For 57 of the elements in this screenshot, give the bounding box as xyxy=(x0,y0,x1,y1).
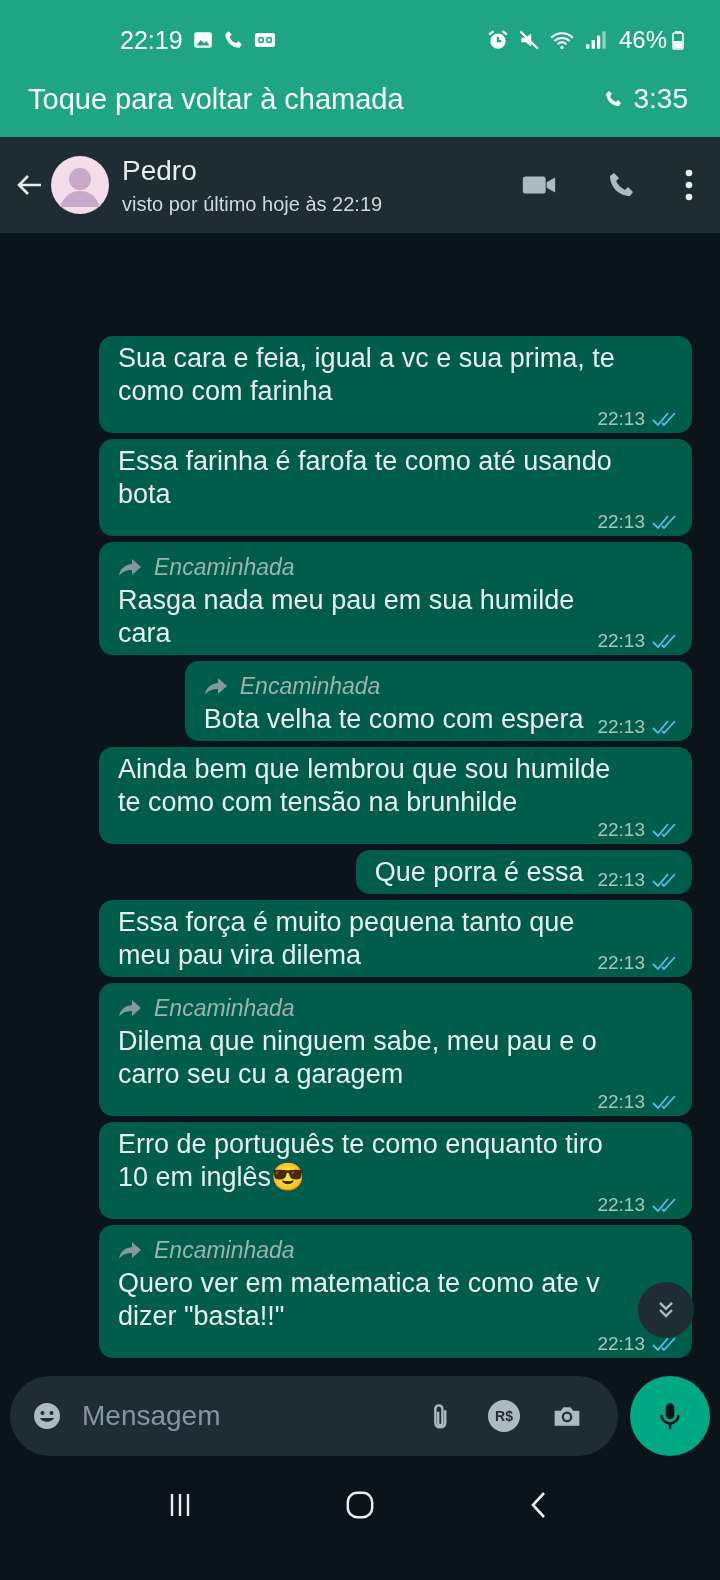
forwarded-label: Encaminhada xyxy=(154,994,295,1022)
message-input[interactable]: Mensagem R$ xyxy=(10,1376,618,1456)
forward-arrow-icon xyxy=(118,998,142,1018)
alarm-icon xyxy=(486,29,509,51)
message-time: 22:13 xyxy=(597,630,645,652)
contact-name[interactable]: Pedro xyxy=(122,154,520,187)
message-time: 22:13 xyxy=(597,716,645,738)
phone-icon xyxy=(222,29,245,51)
message-text: Ainda bem que lembrou que sou humilde te como com tensão na brunhilde xyxy=(118,753,611,819)
message-time: 22:13 xyxy=(597,1194,645,1216)
message-time: 22:13 xyxy=(597,1091,645,1113)
message-text: Essa força é muito pequena tanto que meu pau vira dilema xyxy=(118,906,575,972)
gallery-icon xyxy=(191,29,214,51)
avatar[interactable] xyxy=(50,155,110,215)
message-time: 22:13 xyxy=(597,1333,645,1355)
forwarded-label: Encaminhada xyxy=(154,553,295,581)
message-time: 22:13 xyxy=(597,511,645,533)
emoji-icon[interactable] xyxy=(32,1401,62,1431)
payment-button[interactable]: R$ xyxy=(488,1400,520,1432)
message-bubble[interactable]: Que porra é essa 22:13 xyxy=(355,850,692,894)
forwarded-label: Encaminhada xyxy=(239,672,381,700)
forwarded-label: Encaminhada xyxy=(154,1236,295,1264)
message-bubble[interactable]: Sua cara e feia, igual a vc e sua prima, te como com farinha 22:13 xyxy=(99,336,692,433)
message-text: Bota velha te como com espera xyxy=(203,703,584,736)
message-text: Essa farinha é farofa te como até usando bota xyxy=(118,445,612,511)
message-text: Que porra é essa xyxy=(374,856,584,889)
message-time: 22:13 xyxy=(597,869,645,891)
message-bubble[interactable]: Encaminhada Quero ver em matematica te como ate v dizer "basta!!" 22:13 xyxy=(99,1225,692,1358)
message-bubble[interactable]: Essa farinha é farofa te como até usando bota 22:13 xyxy=(99,439,692,536)
call-banner-label: Toque para voltar à chamada xyxy=(28,83,404,116)
message-bubble[interactable]: Essa força é muito pequena tanto que meu pau vira dilema 22:13 xyxy=(99,900,692,977)
mute-icon xyxy=(517,29,540,51)
message-text: Rasga nada meu pau em sua humilde cara xyxy=(118,584,575,650)
forward-arrow-icon xyxy=(118,557,142,577)
forward-arrow-icon xyxy=(203,676,228,696)
status-time: 22:19 xyxy=(120,25,183,55)
message-time: 22:13 xyxy=(597,408,645,430)
battery-icon xyxy=(672,29,684,51)
message-text: Erro de português te como enquanto tiro 10 em inglês😎 xyxy=(118,1128,603,1194)
message-bubble[interactable]: Encaminhada Dilema que ninguem sabe, meu pau e o carro seu cu a garagem 22:13 xyxy=(99,983,692,1116)
last-seen: visto por último hoje às 22:19 xyxy=(122,192,384,216)
forward-arrow-icon xyxy=(118,1240,142,1260)
message-bubble[interactable]: Encaminhada Rasga nada meu pau em sua humilde cara 22:13 xyxy=(99,542,692,655)
call-duration: 3:35 xyxy=(633,83,688,115)
message-bubble[interactable]: Erro de português te como enquanto tiro 10 em inglês😎 22:13 xyxy=(99,1122,692,1219)
message-text: Dilema que ninguem sabe, meu pau e o carro seu cu a garagem xyxy=(118,1025,597,1091)
more-options-icon[interactable] xyxy=(684,168,694,202)
message-text: Quero ver em matematica te como ate v dizer "basta!!" xyxy=(118,1267,600,1333)
home-icon[interactable] xyxy=(345,1490,375,1520)
message-bubble[interactable]: Ainda bem que lembrou que sou humilde te como com tensão na brunhilde 22:13 xyxy=(99,747,692,844)
battery-level: 46% xyxy=(618,26,667,54)
message-bubble[interactable]: Encaminhada Bota velha te como com espera 22:13 xyxy=(184,661,692,741)
message-time: 22:13 xyxy=(597,952,645,974)
phone-icon xyxy=(603,89,624,109)
wifi-icon xyxy=(548,29,575,51)
message-text: Sua cara e feia, igual a vc e sua prima, te como com farinha xyxy=(118,342,615,408)
message-time: 22:13 xyxy=(597,819,645,841)
